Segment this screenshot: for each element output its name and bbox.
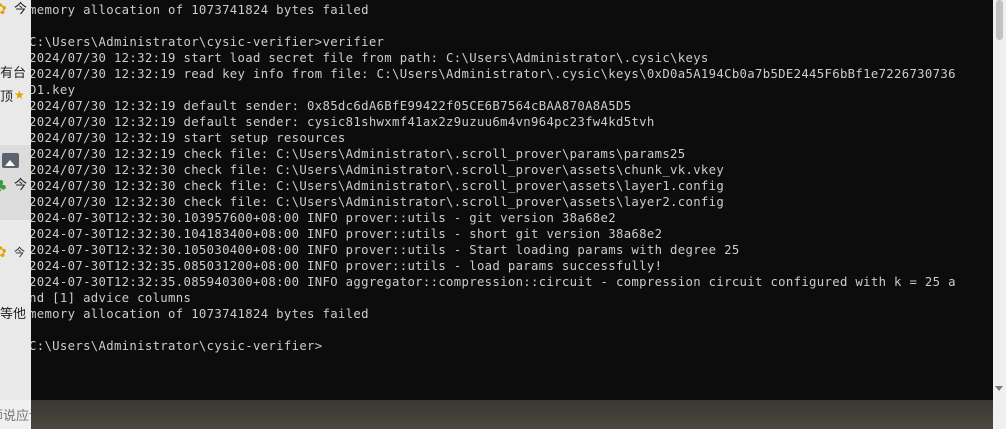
terminal-prompt[interactable]: C:\Users\Administrator\cysic-verifier> xyxy=(31,338,956,354)
emoji-icon: ♣ xyxy=(0,177,8,195)
terminal-line: 2024/07/30 12:32:19 check file: C:\Users… xyxy=(31,147,686,161)
terminal-line: D1.key xyxy=(31,83,76,97)
chat-item-label[interactable]: 今 xyxy=(14,245,25,261)
terminal-line: 2024/07/30 12:32:19 start setup resource… xyxy=(31,131,346,145)
terminal-line: nd [1] advice columns xyxy=(31,291,192,305)
chat-item-label[interactable]: 顶 xyxy=(0,90,13,106)
terminal-output: memory allocation of 1073741824 bytes fa… xyxy=(31,2,956,354)
window-shadow xyxy=(31,400,993,429)
terminal-line: 2024-07-30T12:32:35.085031200+08:00 INFO… xyxy=(31,259,663,273)
terminal-line: 2024/07/30 12:32:19 start load secret fi… xyxy=(31,51,709,65)
scrollbar-thumb[interactable] xyxy=(996,0,1003,40)
image-icon xyxy=(2,153,19,168)
terminal-line: 2024/07/30 12:32:30 check file: C:\Users… xyxy=(31,179,725,193)
scroll-down-arrow-icon[interactable] xyxy=(995,386,1003,391)
terminal-line: memory allocation of 1073741824 bytes fa… xyxy=(31,3,369,17)
chat-item-label[interactable]: 有台 xyxy=(0,66,26,82)
vertical-scrollbar[interactable] xyxy=(993,0,1006,400)
emoji-icon: ★ xyxy=(14,88,25,102)
terminal-line: C:\Users\Administrator\cysic-verifier>ve… xyxy=(31,35,385,49)
sunflower-avatar-icon[interactable]: ✿ xyxy=(0,0,12,18)
chat-item-label[interactable]: 今 xyxy=(14,178,27,194)
chat-sidebar: ✿ 今 有台 顶 ★ ♣ 今 ✿ 今 等他 xyxy=(0,0,31,400)
terminal-line: 2024/07/30 12:32:30 check file: C:\Users… xyxy=(31,195,725,209)
bottom-chat-strip: 师说应该是内存不够 xyxy=(0,400,1006,429)
terminal-line: memory allocation of 1073741824 bytes fa… xyxy=(31,307,369,321)
chat-item-label[interactable]: 今 xyxy=(14,2,27,18)
terminal-line: 2024-07-30T12:32:30.105030400+08:00 INFO… xyxy=(31,243,740,257)
terminal-line: 2024/07/30 12:32:19 read key info from f… xyxy=(31,67,956,81)
sunflower-avatar-icon[interactable]: ✿ xyxy=(0,243,12,261)
terminal-line: 2024-07-30T12:32:30.104183400+08:00 INFO… xyxy=(31,227,663,241)
terminal-line: 2024/07/30 12:32:30 check file: C:\Users… xyxy=(31,163,725,177)
chat-item-label[interactable]: 等他 xyxy=(0,307,26,323)
terminal-line: 2024/07/30 12:32:19 default sender: 0x85… xyxy=(31,99,632,113)
terminal-window[interactable]: memory allocation of 1073741824 bytes fa… xyxy=(31,0,993,400)
terminal-line: 2024/07/30 12:32:19 default sender: cysi… xyxy=(31,115,655,129)
terminal-line: 2024-07-30T12:32:35.085940300+08:00 INFO… xyxy=(31,275,956,289)
terminal-line: 2024-07-30T12:32:30.103957600+08:00 INFO… xyxy=(31,211,616,225)
